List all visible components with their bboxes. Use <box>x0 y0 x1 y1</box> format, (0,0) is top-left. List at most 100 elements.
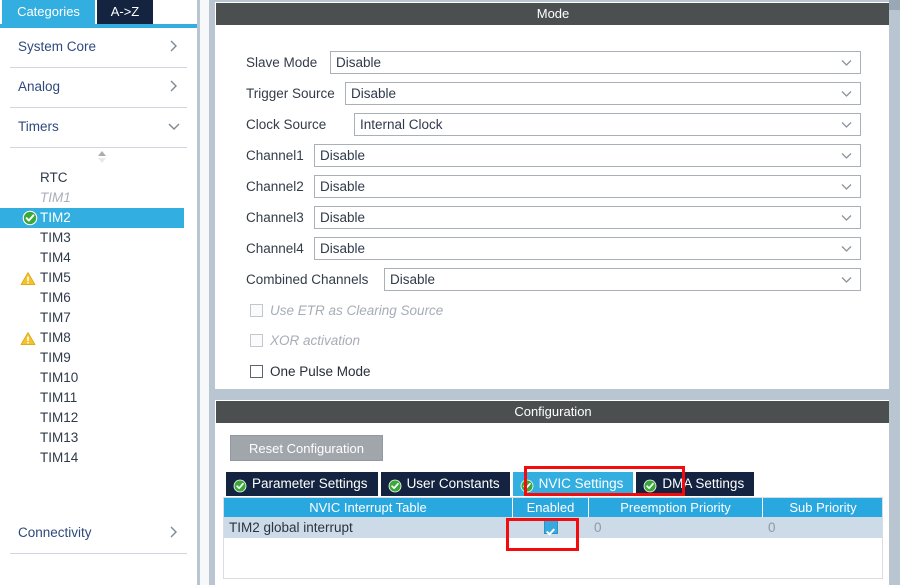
tab-label: Parameter Settings <box>252 476 368 491</box>
tree-item-tim9[interactable]: TIM9 <box>0 348 197 368</box>
field-label: Combined Channels <box>246 272 369 287</box>
tree-item-tim14[interactable]: TIM14 <box>0 448 197 468</box>
chevron-down-icon <box>840 56 853 69</box>
select-value: Disable <box>320 241 366 256</box>
tree-item-label: TIM12 <box>40 410 79 425</box>
table-header-row: NVIC Interrupt Table Enabled Preemption … <box>224 498 882 517</box>
sidebar-group-label: Analog <box>18 79 61 94</box>
tab-label: User Constants <box>406 476 500 491</box>
slave-mode-select[interactable]: Disable <box>330 51 861 74</box>
tree-item-tim7[interactable]: TIM7 <box>0 308 197 328</box>
field-channel2: Channel2 Disable <box>246 175 861 198</box>
channel2-select[interactable]: Disable <box>314 175 861 198</box>
sidebar-group-system-core[interactable]: System Core <box>10 28 187 68</box>
tree-item-tim3[interactable]: TIM3 <box>0 228 197 248</box>
tree-item-tim8[interactable]: TIM8 <box>0 328 197 348</box>
field-slave-mode: Slave Mode Disable <box>246 51 861 74</box>
tree-item-tim2[interactable]: TIM2 <box>0 208 184 228</box>
select-value: Disable <box>390 272 436 287</box>
chevron-down-icon <box>840 87 853 100</box>
checkbox-box[interactable] <box>250 365 263 378</box>
column-header-preemption-priority[interactable]: Preemption Priority <box>589 498 763 517</box>
check-circle-icon <box>388 477 402 493</box>
chevron-down-icon <box>840 149 853 162</box>
field-trigger-source: Trigger Source Disable <box>246 82 861 105</box>
enabled-checkbox-highlight <box>506 518 579 551</box>
tree-item-label: TIM4 <box>40 250 71 265</box>
checkbox-label: Use ETR as Clearing Source <box>270 303 444 318</box>
chevron-right-icon <box>167 38 181 54</box>
select-value: Disable <box>320 179 366 194</box>
chevron-down-icon <box>840 211 853 224</box>
select-value: Disable <box>336 55 382 70</box>
sidebar-group-analog[interactable]: Analog <box>10 68 187 108</box>
tree-item-tim6[interactable]: TIM6 <box>0 288 197 308</box>
field-label: Channel3 <box>246 210 304 225</box>
field-label: Channel2 <box>246 179 304 194</box>
field-label: Slave Mode <box>246 55 318 70</box>
vertical-scrollbar[interactable] <box>889 0 900 585</box>
chevron-down-icon <box>840 118 853 131</box>
tab-user-constants[interactable]: User Constants <box>380 472 510 496</box>
sort-updown-icon[interactable] <box>95 150 109 164</box>
channel4-select[interactable]: Disable <box>314 237 861 260</box>
tree-item-label: TIM1 <box>40 190 71 205</box>
channel1-select[interactable]: Disable <box>314 144 861 167</box>
clock-source-select[interactable]: Internal Clock <box>354 113 861 136</box>
field-label: Channel1 <box>246 148 304 163</box>
channel3-select[interactable]: Disable <box>314 206 861 229</box>
tree-item-label: TIM10 <box>40 370 79 385</box>
chevron-down-icon <box>840 180 853 193</box>
select-value: Disable <box>351 86 397 101</box>
peripheral-tree: RTC TIM1 TIM2 TIM3 TIM4 TIM5 TIM6 TIM7 T… <box>0 168 197 468</box>
sidebar-group-connectivity[interactable]: Connectivity <box>10 514 187 554</box>
chevron-down-icon <box>167 118 181 134</box>
trigger-source-select[interactable]: Disable <box>345 82 861 105</box>
scrollbar-thumb[interactable] <box>889 0 900 10</box>
tree-item-tim12[interactable]: TIM12 <box>0 408 197 428</box>
cell-preemption-priority[interactable]: 0 <box>589 517 763 538</box>
field-label: Clock Source <box>246 117 327 132</box>
tree-item-tim5[interactable]: TIM5 <box>0 268 197 288</box>
sidebar-group-label: System Core <box>18 39 97 54</box>
select-value: Disable <box>320 148 366 163</box>
tree-item-label: RTC <box>40 170 68 185</box>
configuration-panel-body: Reset Configuration Parameter Settings U… <box>216 423 890 585</box>
tree-item-label: TIM14 <box>40 450 79 465</box>
tree-sort-bar[interactable] <box>0 148 197 166</box>
checkbox-box <box>250 334 263 347</box>
tree-item-label: TIM7 <box>40 310 71 325</box>
cell-sub-priority[interactable]: 0 <box>763 517 883 538</box>
combined-channels-select[interactable]: Disable <box>384 268 861 291</box>
chevron-down-icon <box>840 242 853 255</box>
column-header-nvic-interrupt-table[interactable]: NVIC Interrupt Table <box>224 498 513 517</box>
sidebar-tabstrip: Categories A->Z <box>0 0 197 28</box>
tree-item-tim11[interactable]: TIM11 <box>0 388 197 408</box>
tree-item-tim1[interactable]: TIM1 <box>0 188 197 208</box>
content-area: Mode Slave Mode Disable Trigger Source D… <box>215 0 891 587</box>
chevron-right-icon <box>167 78 181 94</box>
checkbox-label: One Pulse Mode <box>270 364 371 379</box>
tab-categories[interactable]: Categories <box>2 0 95 24</box>
reset-configuration-button[interactable]: Reset Configuration <box>230 435 383 461</box>
chevron-down-icon <box>840 273 853 286</box>
tree-item-tim4[interactable]: TIM4 <box>0 248 197 268</box>
column-header-enabled[interactable]: Enabled <box>513 498 589 517</box>
tree-item-tim10[interactable]: TIM10 <box>0 368 197 388</box>
sidebar-group-timers[interactable]: Timers <box>10 108 187 148</box>
nvic-settings-tab-highlight <box>524 466 685 496</box>
column-header-sub-priority[interactable]: Sub Priority <box>763 498 883 517</box>
select-value: Internal Clock <box>360 117 443 132</box>
tree-item-label: TIM11 <box>40 390 78 405</box>
field-clock-source: Clock Source Internal Clock <box>246 113 861 136</box>
tree-item-tim13[interactable]: TIM13 <box>0 428 197 448</box>
sidebar-splitter[interactable] <box>197 0 215 585</box>
tab-a-to-z[interactable]: A->Z <box>97 0 153 24</box>
checkbox-box <box>250 304 263 317</box>
tree-item-label: TIM3 <box>40 230 71 245</box>
mode-panel-title: Mode <box>216 3 890 25</box>
tab-parameter-settings[interactable]: Parameter Settings <box>226 472 378 496</box>
checkbox-label: XOR activation <box>270 333 361 348</box>
tree-item-rtc[interactable]: RTC <box>0 168 197 188</box>
check-circle-icon <box>22 210 38 226</box>
